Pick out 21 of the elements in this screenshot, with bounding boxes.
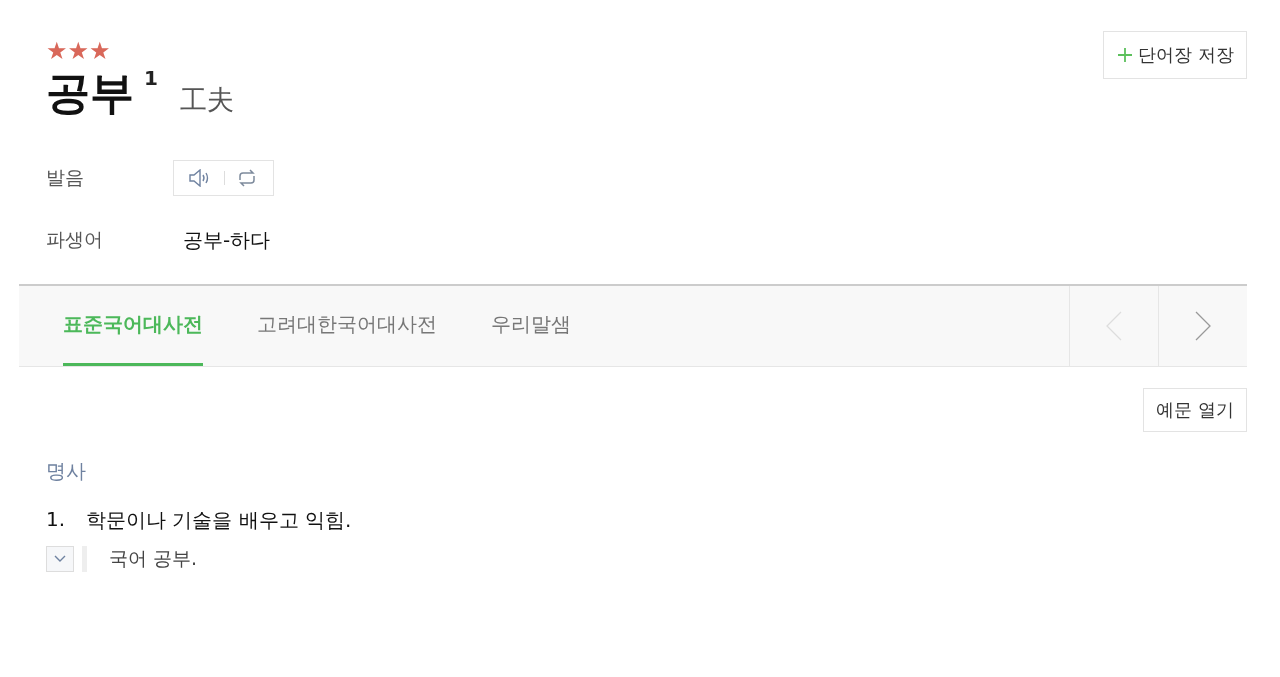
hanja-text: 工夫 xyxy=(179,83,234,117)
chevron-left-icon xyxy=(1106,311,1122,341)
save-to-wordbook-button[interactable]: 단어장 저장 xyxy=(1103,31,1247,79)
chevron-down-icon xyxy=(54,555,66,563)
part-of-speech: 명사 xyxy=(46,458,87,485)
dictionary-tab[interactable]: 표준국어대사전 xyxy=(63,286,203,366)
expand-toggle[interactable] xyxy=(46,546,74,572)
open-examples-button[interactable]: 예문 열기 xyxy=(1143,388,1247,432)
homonym-number: 1 xyxy=(144,66,158,90)
example-sentence: 국어 공부. xyxy=(109,546,198,571)
dictionary-tab[interactable]: 우리말샘 xyxy=(491,286,571,366)
plus-icon xyxy=(1118,48,1133,62)
definition-text: 학문이나 기술을 배우고 익힘. xyxy=(86,507,352,534)
sense-number: 1. xyxy=(46,507,67,533)
chevron-right-icon xyxy=(1195,311,1211,341)
headword: 공부 xyxy=(46,66,134,120)
dictionary-tab[interactable]: 고려대한국어대사전 xyxy=(257,286,437,366)
field-label: 발음 xyxy=(46,165,85,190)
star-rating: ★★★ xyxy=(46,38,112,64)
derivative-word: 공부-하다 xyxy=(183,226,271,254)
field-label: 파생어 xyxy=(46,227,104,252)
